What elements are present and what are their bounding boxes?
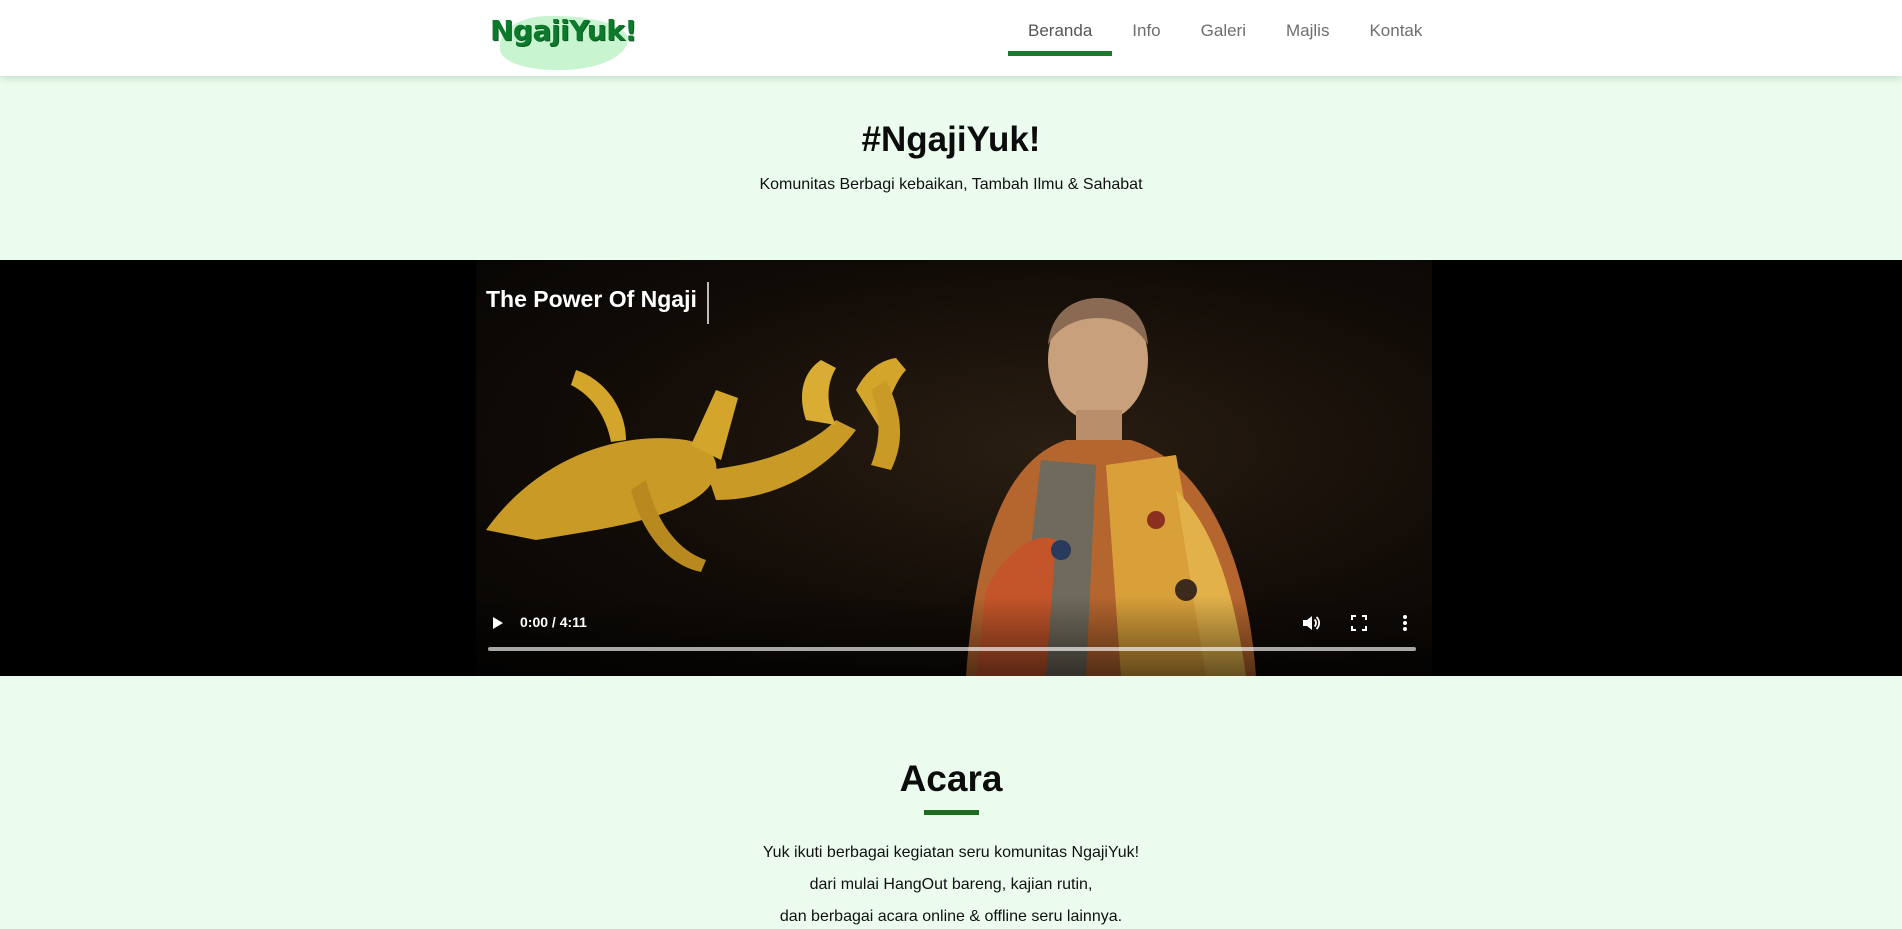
- video-title: The Power Of Ngaji: [486, 286, 697, 312]
- video-player[interactable]: The Power Of Ngaji 0:00 / 4:11: [476, 260, 1432, 676]
- fullscreen-icon[interactable]: [1348, 612, 1370, 634]
- nav-item-majlis[interactable]: Majlis: [1266, 0, 1349, 56]
- video-section: The Power Of Ngaji 0:00 / 4:11: [0, 260, 1902, 676]
- nav-item-galeri[interactable]: Galeri: [1181, 0, 1266, 56]
- nav-item-beranda[interactable]: Beranda: [1008, 0, 1113, 56]
- video-time: 0:00 / 4:11: [520, 614, 587, 630]
- acara-underline: [924, 810, 979, 815]
- video-progress-bar[interactable]: [488, 647, 1416, 651]
- logo-text: NgajiYuk!: [490, 14, 637, 47]
- acara-text-line-1: Yuk ikuti berbagai kegiatan seru komunit…: [762, 844, 1140, 861]
- acara-title: Acara: [899, 758, 1003, 799]
- site-header: NgajiYuk! Beranda Info Galeri Majlis Kon…: [0, 0, 1902, 76]
- calligraphy-image: [486, 358, 906, 572]
- site-logo[interactable]: NgajiYuk!: [486, 8, 637, 70]
- acara-text-line-3: dan berbagai acara online & offline seru…: [779, 908, 1123, 925]
- volume-icon[interactable]: [1300, 612, 1322, 634]
- video-title-divider: [707, 282, 709, 324]
- play-icon[interactable]: [488, 614, 506, 632]
- hero-title: #NgajiYuk!: [861, 120, 1041, 159]
- more-vert-icon[interactable]: [1394, 612, 1416, 634]
- nav-item-kontak[interactable]: Kontak: [1349, 0, 1442, 56]
- hero-subtitle: Komunitas Berbagi kebaikan, Tambah Ilmu …: [759, 176, 1143, 193]
- nav-item-info[interactable]: Info: [1112, 0, 1180, 56]
- main-nav: Beranda Info Galeri Majlis Kontak: [1008, 0, 1442, 76]
- controls-overlay: [476, 596, 1432, 676]
- acara-text-line-2: dari mulai HangOut bareng, kajian rutin,: [809, 876, 1093, 893]
